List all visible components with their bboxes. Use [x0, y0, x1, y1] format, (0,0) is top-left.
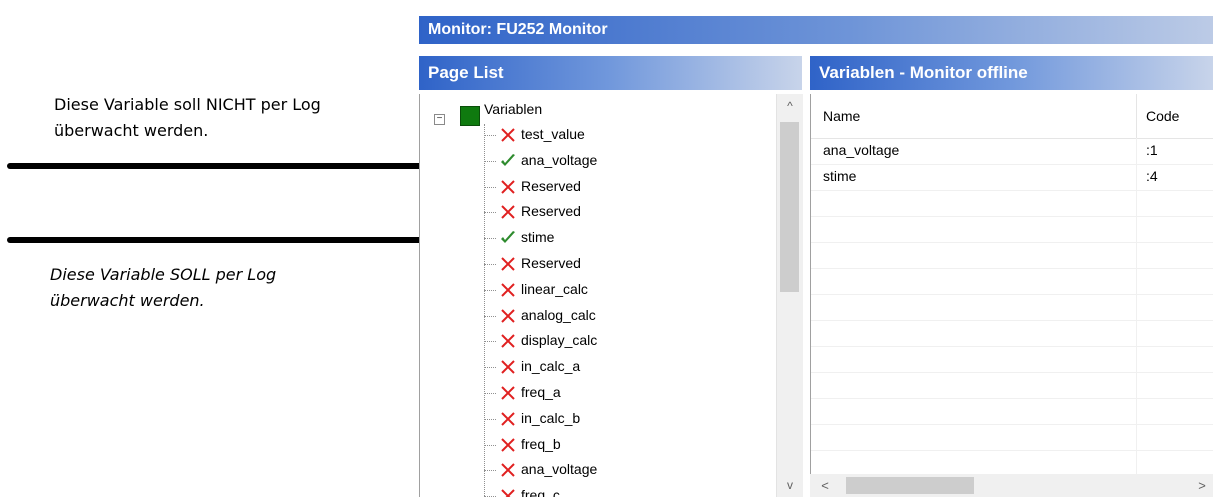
green-check-icon [501, 231, 515, 244]
tree-guide-line [484, 367, 496, 369]
collapse-toggle-icon[interactable]: − [434, 114, 445, 125]
red-x-icon [501, 463, 515, 478]
red-x-icon [501, 308, 515, 323]
table-row[interactable] [811, 242, 1213, 269]
folder-icon [460, 106, 480, 126]
tree-guide-line [484, 289, 496, 291]
green-check-icon [501, 153, 515, 166]
tree-item-label[interactable]: ana_voltage [521, 461, 597, 477]
scroll-up-icon[interactable]: ^ [777, 94, 803, 118]
tree-guide-line [484, 393, 496, 394]
table-row[interactable]: stime :4 [811, 164, 1213, 191]
cell-code: :1 [1146, 142, 1158, 158]
tree-guide-line [484, 470, 496, 472]
tree-item-label[interactable]: Reserved [521, 255, 581, 271]
tree-root-label[interactable]: Variablen [484, 101, 542, 117]
tree-guide-line [484, 315, 496, 317]
red-x-icon [501, 205, 515, 220]
red-x-icon [501, 283, 515, 297]
table-row[interactable] [811, 398, 1213, 425]
tree-item-label[interactable]: freq_b [521, 436, 561, 452]
tree-item-label[interactable]: stime [521, 229, 554, 245]
arrow-to-stime [7, 226, 468, 254]
tree-item-label[interactable]: Reserved [521, 178, 581, 194]
scroll-down-icon[interactable]: v [777, 473, 803, 497]
red-x-icon [501, 179, 515, 194]
tree-item-label[interactable]: freq_a [521, 384, 561, 400]
annotation-line: überwacht werden. [50, 291, 205, 310]
red-x-icon [501, 257, 515, 271]
tree-item-label[interactable]: ana_voltage [521, 152, 597, 168]
cell-code: :4 [1146, 168, 1158, 184]
table-row[interactable] [811, 346, 1213, 373]
tree-item-label[interactable]: linear_calc [521, 281, 588, 297]
window-title: Monitor: FU252 Monitor [419, 16, 1213, 44]
grid-header-row: Name Code [811, 94, 1213, 139]
tree-item-label[interactable]: Reserved [521, 203, 581, 219]
tree-item-label[interactable]: freq_c [521, 487, 560, 497]
tree-guide-line [484, 264, 496, 265]
vertical-scrollbar[interactable]: ^ v [776, 94, 803, 497]
tree-guide-line [484, 418, 496, 420]
annotation-arrows [7, 152, 468, 254]
table-row[interactable] [811, 450, 1213, 474]
table-row[interactable]: ana_voltage :1 [811, 138, 1213, 165]
red-x-icon [501, 437, 515, 452]
tree-item-label[interactable]: analog_calc [521, 307, 596, 323]
column-header-name[interactable]: Name [823, 108, 860, 124]
monitor-grid: Name Code ana_voltage :1 stime :4 [810, 94, 1213, 474]
annotation-logged: Diese Variable SOLL per Log überwacht we… [50, 262, 380, 314]
tree-item-label[interactable]: test_value [521, 126, 585, 142]
table-row[interactable] [811, 424, 1213, 451]
page-list-header: Page List [419, 56, 802, 90]
red-x-icon [501, 334, 515, 349]
tree-item-label[interactable]: in_calc_b [521, 410, 580, 426]
table-row[interactable] [811, 216, 1213, 243]
scroll-thumb[interactable] [846, 477, 974, 494]
column-divider[interactable] [1136, 94, 1137, 138]
red-x-icon [501, 489, 515, 497]
tree-guide-line [484, 341, 496, 343]
tree-guide-line [484, 444, 496, 446]
table-row[interactable] [811, 372, 1213, 399]
tree-guide-line [484, 212, 496, 214]
table-row[interactable] [811, 320, 1213, 347]
tree-item-label[interactable]: display_calc [521, 332, 597, 348]
red-x-icon [501, 412, 515, 426]
scroll-left-icon[interactable]: < [814, 474, 836, 497]
tree-guide-line [484, 160, 496, 162]
tree-guide-line [484, 124, 485, 497]
page-list-tree[interactable]: − Variablen test_value ana_voltage Reserve… [419, 94, 803, 497]
horizontal-scrollbar[interactable]: < > [810, 474, 1213, 497]
arrow-to-ana-voltage [7, 152, 468, 180]
red-x-icon [501, 360, 515, 374]
scroll-thumb[interactable] [780, 122, 799, 292]
cell-name: stime [823, 168, 857, 184]
scroll-right-icon[interactable]: > [1191, 474, 1213, 497]
monitor-header: Variablen - Monitor offline [810, 56, 1213, 90]
column-header-code[interactable]: Code [1146, 108, 1179, 124]
red-x-icon [501, 386, 515, 400]
tree-guide-line [484, 186, 496, 188]
tree-guide-line [484, 238, 496, 240]
annotation-line: Diese Variable SOLL per Log [50, 265, 277, 284]
cell-name: ana_voltage [823, 142, 900, 158]
table-row[interactable] [811, 294, 1213, 321]
table-row[interactable] [811, 268, 1213, 295]
tree-item-label[interactable]: in_calc_a [521, 358, 580, 374]
tree-guide-line [484, 135, 496, 136]
red-x-icon [501, 128, 515, 142]
table-row[interactable] [811, 190, 1213, 217]
